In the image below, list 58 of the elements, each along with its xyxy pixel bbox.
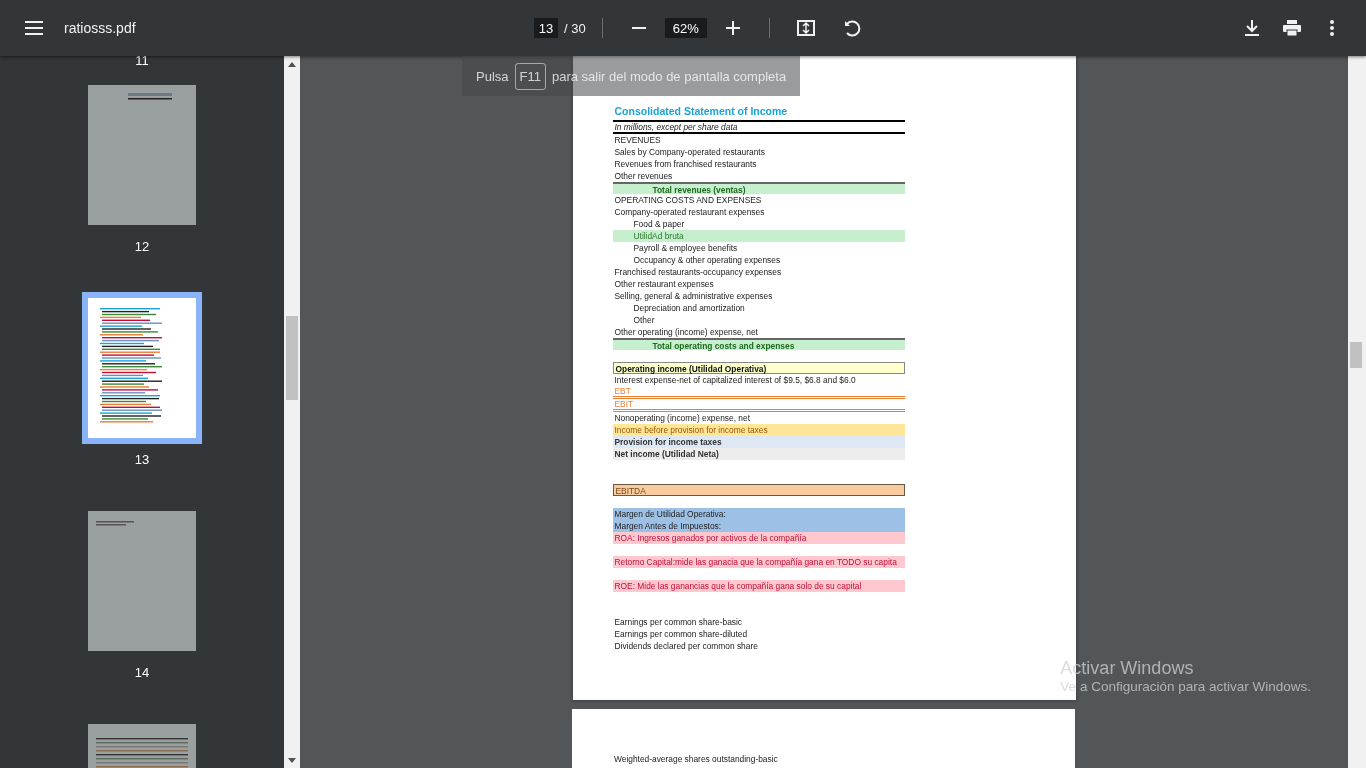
statement-row-text: Depreciation and amortization [632, 302, 746, 314]
thumbnail-label: 12 [134, 239, 150, 254]
toast-text: para salir del modo de pantalla completa [551, 68, 787, 84]
statement-row-text: Franchised restaurants-occupancy expenses [613, 266, 783, 278]
statement-row: UtilidAd bruta [612, 230, 905, 242]
scrollbar[interactable] [284, 56, 300, 768]
statement-row: EBIT [612, 399, 905, 412]
statement-row-text: Interest expense-net of capitalized interest of $9.5, $6.8 and $6.0 [613, 374, 857, 386]
statement-row-text: OPERATING COSTS AND EXPENSES [613, 195, 763, 206]
statement-row: Retorno Capital:mide las ganacia que la compañía gana en TODO su capita [612, 556, 905, 568]
thumbnail-label: 13 [134, 452, 150, 467]
zoom-field[interactable]: 62% [664, 18, 707, 38]
statement-row: ROA: Ingresos ganados por activos de la compañía [612, 532, 905, 544]
statement-row-text: Weighted-average shares outstanding-basic [614, 753, 779, 765]
statement-row-text: Occupancy & other operating expenses [632, 254, 782, 266]
statement-row: Margen Antes de Impuestos: [612, 520, 905, 532]
scrollbar-thumb[interactable] [1350, 342, 1362, 368]
scroll-down-icon[interactable] [288, 757, 296, 763]
statement-row: EBITDA [612, 484, 905, 496]
statement-row: Margen de Utilidad Operativa: [612, 508, 905, 520]
scrollbar-thumb[interactable] [286, 316, 298, 400]
statement-row-text: Other operating (income) expense, net [613, 326, 759, 338]
statement-row-text: Selling, general & administrative expenses [613, 290, 774, 302]
scrollbar[interactable] [1348, 56, 1366, 768]
statement-row-text: Dividends declared per common share [613, 640, 759, 652]
statement-row-text: Other [632, 314, 656, 326]
page-number-field[interactable]: 13 [534, 18, 558, 38]
statement-row: Operating income (Utilidad Operativa) [612, 362, 905, 374]
scroll-up-icon[interactable] [288, 61, 296, 67]
thumbnail-label: 14 [134, 665, 150, 680]
statement-row: EBT [612, 386, 905, 399]
statement-row-text: Earnings per common share-basic [613, 616, 744, 628]
page-thumbnail[interactable] [82, 292, 202, 444]
statement-row: ROE: Mide las ganancias que la compañía gana solo de su capital [612, 580, 905, 592]
statement-row-text: Sales by Company-operated restaurants [613, 146, 766, 158]
statement-row: Provision for income taxes [612, 436, 905, 448]
statement-row-text: REVENUES [613, 134, 662, 146]
statement-row-text: Revenues from franchised restaurants [613, 158, 758, 170]
thumbnail-label: 11 [135, 56, 149, 69]
page-thumbnail[interactable] [88, 511, 196, 651]
statement-row: Net income (Utilidad Neta) [612, 448, 905, 460]
statement-row-text: Company-operated restaurant expenses [613, 206, 766, 218]
toast-text: Pulsa [476, 68, 509, 84]
document-title: ratiosss.pdf [64, 20, 137, 36]
statement-row-text: Payroll & employee benefits [632, 242, 739, 254]
statement-row-text: Other revenues [613, 170, 674, 182]
page-total: / 30 [564, 20, 586, 36]
page-thumbnail[interactable] [88, 85, 196, 225]
key-label: F11 [514, 62, 546, 90]
statement-row: Total operating costs and expenses [612, 338, 905, 350]
statement-row-text: Nonoperating (income) expense, net [613, 412, 751, 424]
statement-title: Consolidated Statement of Income [613, 104, 789, 118]
statement-row: Income before provision for income taxes [612, 424, 905, 436]
statement-row-text: Other restaurant expenses [613, 278, 715, 290]
statement-row: Total revenues (ventas) [612, 182, 905, 194]
statement-row-text: Earnings per common share-diluted [613, 628, 749, 640]
statement-row: In millions, except per share data [612, 120, 905, 134]
statement-row-text: Food & paper [632, 218, 686, 230]
